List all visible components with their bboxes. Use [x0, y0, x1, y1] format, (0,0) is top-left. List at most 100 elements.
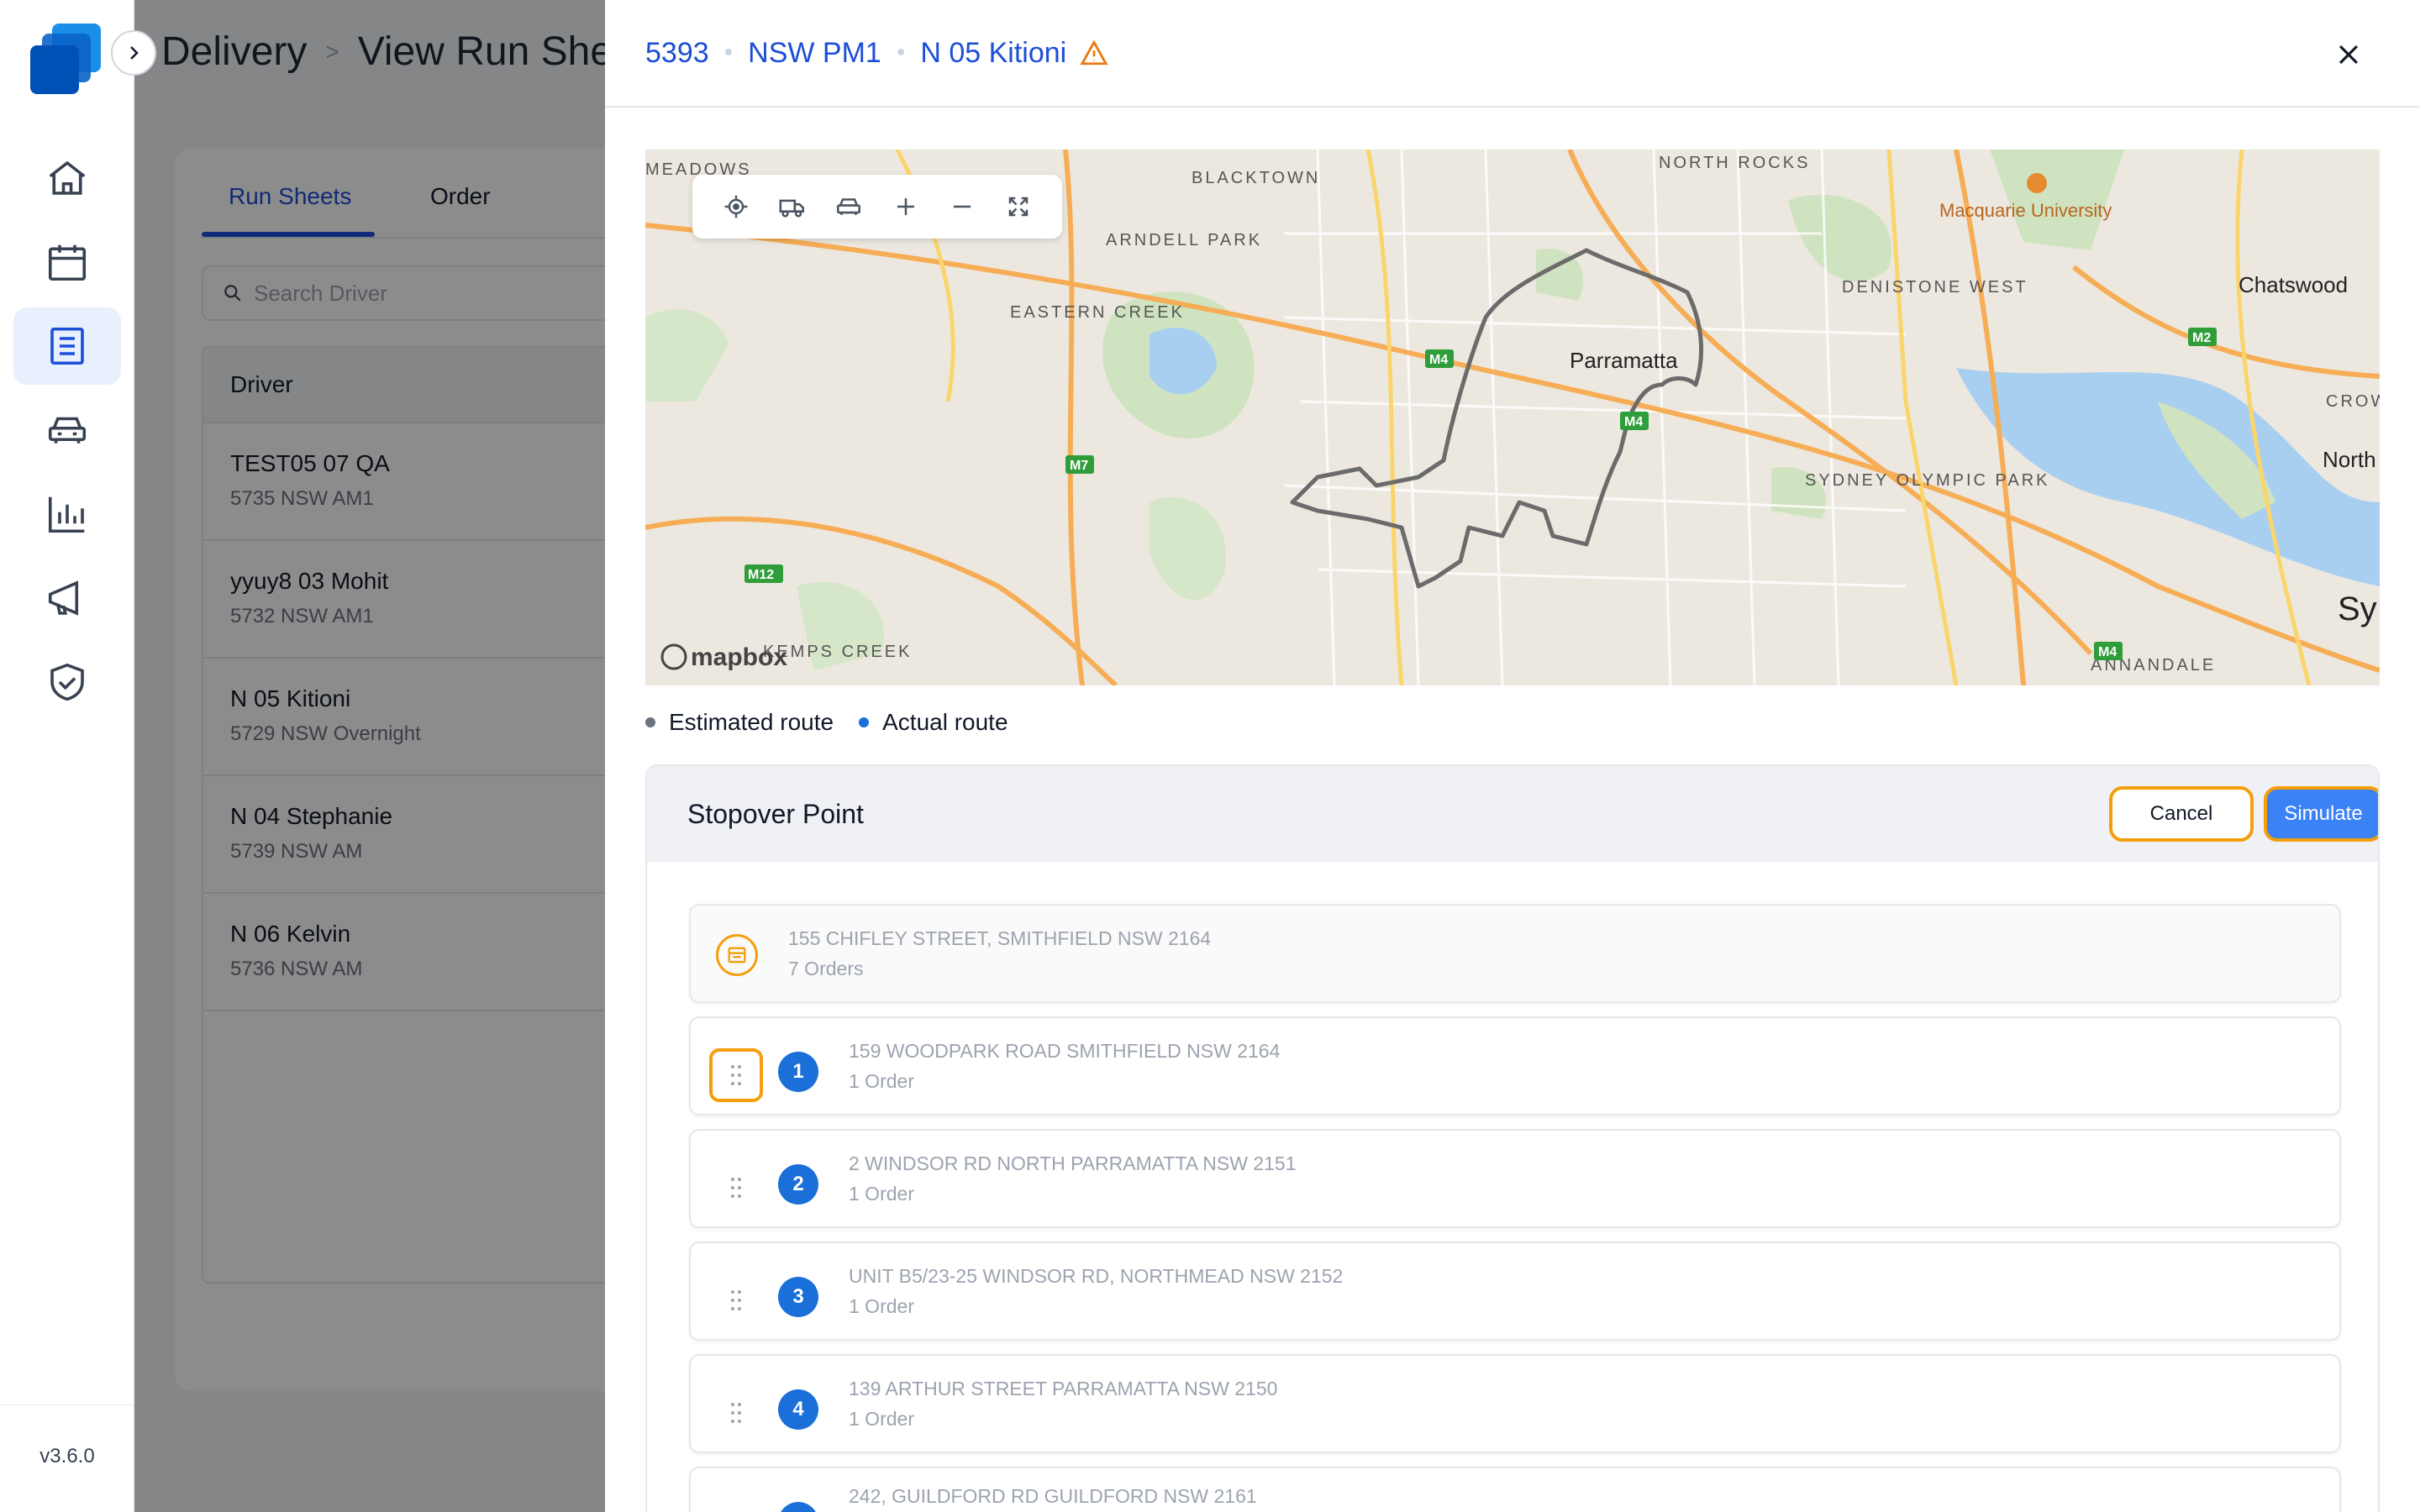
- home-icon: [49, 160, 86, 195]
- simulate-button[interactable]: Simulate: [2264, 786, 2378, 842]
- stop-order-count: 1 Order: [849, 1183, 914, 1205]
- stop-address: 242, GUILDFORD RD GUILDFORD NSW 2161: [849, 1485, 1257, 1507]
- stop-card[interactable]: 4 139 ARTHUR STREET PARRAMATTA NSW 2150 …: [689, 1354, 2341, 1453]
- sidebar-expand-button[interactable]: [111, 30, 156, 76]
- map-label-blacktown: BLACKTOWN: [1192, 169, 1320, 187]
- separator-dot: •: [723, 39, 734, 66]
- stop-card[interactable]: 1 159 WOODPARK ROAD SMITHFIELD NSW 2164 …: [689, 1016, 2341, 1116]
- drag-handle-icon: [731, 1065, 741, 1085]
- zoom-in-icon: [897, 198, 914, 215]
- legend-estimated: Estimated route: [645, 709, 834, 736]
- fullscreen-icon: [1009, 197, 1028, 217]
- driver-name-link[interactable]: N 05 Kitioni: [920, 37, 1066, 70]
- app-version: v3.6.0: [39, 1445, 95, 1467]
- zoom-in-button[interactable]: [889, 190, 923, 223]
- stopover-panel: Stopover Point Cancel Simulate 155 CHIFL…: [645, 764, 2380, 1512]
- road-shield: M12: [748, 568, 774, 582]
- calendar-icon: [48, 244, 87, 281]
- nav-vehicles[interactable]: [13, 391, 121, 469]
- stop-order-count: 1 Order: [849, 1295, 914, 1317]
- stop-number-badge: 2: [778, 1164, 818, 1205]
- route-legend: Estimated route Actual route: [645, 709, 1034, 736]
- mapbox-attribution: mapbox: [691, 643, 787, 671]
- car-icon: [48, 417, 87, 444]
- legend-actual-label: Actual route: [882, 709, 1008, 735]
- drag-handle[interactable]: [709, 1048, 763, 1102]
- map-toolbar: [692, 175, 1062, 239]
- stop-number-badge: 3: [778, 1277, 818, 1317]
- drag-handle-icon: [731, 1290, 741, 1310]
- stop-address: 159 WOODPARK ROAD SMITHFIELD NSW 2164: [849, 1040, 1281, 1062]
- cancel-button[interactable]: Cancel: [2109, 786, 2254, 842]
- drag-handle-icon: [731, 1178, 741, 1198]
- zoom-out-icon: [953, 205, 971, 208]
- road-shield: M2: [2192, 331, 2211, 345]
- legend-bullet-actual: [859, 717, 870, 727]
- stop-number-badge: 4: [778, 1389, 818, 1430]
- map-label-crows-nest: CROW NES: [2326, 392, 2380, 411]
- road-shield: M4: [1624, 415, 1643, 429]
- depot-address: 155 CHIFLEY STREET, SMITHFIELD NSW 2164: [788, 927, 1212, 949]
- legend-estimated-label: Estimated route: [669, 709, 834, 735]
- map-label-sy: Sy: [2338, 591, 2377, 627]
- truck-button[interactable]: [776, 190, 809, 223]
- nav-announcements[interactable]: [13, 559, 121, 637]
- stop-address: 2 WINDSOR RD NORTH PARRAMATTA NSW 2151: [849, 1152, 1297, 1174]
- sidebar: v3.6.0: [0, 0, 134, 1512]
- nav-reports[interactable]: [13, 475, 121, 553]
- car-button[interactable]: [832, 190, 865, 223]
- legend-bullet-estimated: [645, 717, 655, 727]
- map-label-arndell-park: ARNDELL PARK: [1106, 231, 1262, 249]
- separator-dot: •: [896, 39, 906, 66]
- nav-run-sheets[interactable]: [13, 307, 121, 385]
- run-name-link[interactable]: NSW PM1: [748, 37, 881, 70]
- fullscreen-button[interactable]: [1002, 190, 1035, 223]
- shield-check-icon: [50, 663, 84, 701]
- stop-order-count: 1 Order: [849, 1408, 914, 1430]
- stop-order-count: 1 Order: [849, 1070, 914, 1092]
- drag-handle-icon: [731, 1403, 741, 1423]
- nav-security[interactable]: [13, 643, 121, 721]
- nav-home[interactable]: [13, 139, 121, 217]
- map-label-north-rocks: NORTH ROCKS: [1659, 154, 1810, 172]
- app-logo: [30, 24, 101, 94]
- depot-icon: [716, 934, 758, 976]
- close-icon: [2338, 45, 2359, 65]
- stop-card[interactable]: 3 UNIT B5/23-25 WINDSOR RD, NORTHMEAD NS…: [689, 1242, 2341, 1341]
- map-label-chatswood: Chatswood: [2238, 272, 2348, 297]
- stop-card[interactable]: 5 242, GUILDFORD RD GUILDFORD NSW 2161: [689, 1467, 2341, 1512]
- stopover-title: Stopover Point: [687, 798, 864, 829]
- truck-icon: [779, 199, 805, 218]
- megaphone-icon: [48, 580, 79, 616]
- locate-button[interactable]: [719, 190, 753, 223]
- map-label-sydney-olympic-park: SYDNEY OLYMPIC PARK: [1805, 471, 2050, 490]
- stop-number-badge: 5: [778, 1502, 818, 1512]
- stop-card[interactable]: 2 2 WINDSOR RD NORTH PARRAMATTA NSW 2151…: [689, 1129, 2341, 1228]
- zoom-out-button[interactable]: [945, 190, 979, 223]
- run-sheet-icon: [50, 327, 84, 365]
- map-label-parramatta: Parramatta: [1570, 348, 1678, 373]
- legend-actual: Actual route: [859, 709, 1008, 736]
- road-shield: M4: [1429, 353, 1448, 367]
- close-drawer-button[interactable]: [2328, 34, 2370, 76]
- sidebar-divider: [0, 1404, 134, 1405]
- drag-handle[interactable]: [709, 1273, 763, 1327]
- drag-handle[interactable]: [709, 1499, 763, 1512]
- chevron-right-icon: [130, 46, 139, 60]
- locate-icon: [724, 195, 747, 218]
- warning-icon: [1080, 39, 1108, 66]
- depot-card: 155 CHIFLEY STREET, SMITHFIELD NSW 2164 …: [689, 904, 2341, 1003]
- road-shield: M7: [1070, 459, 1088, 473]
- road-shield: M4: [2098, 645, 2117, 659]
- drawer-header: 5393 • NSW PM1 • N 05 Kitioni: [605, 0, 2420, 108]
- run-id-link[interactable]: 5393: [645, 37, 709, 70]
- nav-calendar[interactable]: [13, 223, 121, 301]
- stop-number-badge: 1: [778, 1052, 818, 1092]
- stopover-header: Stopover Point Cancel Simulate: [647, 766, 2378, 862]
- drag-handle[interactable]: [709, 1161, 763, 1215]
- map-label-macquarie: Macquarie University: [1939, 200, 2112, 221]
- map-label-denistone-west: DENISTONE WEST: [1842, 278, 2028, 297]
- depot-order-count: 7 Orders: [788, 958, 864, 979]
- drag-handle[interactable]: [709, 1386, 763, 1440]
- car-icon: [837, 198, 861, 215]
